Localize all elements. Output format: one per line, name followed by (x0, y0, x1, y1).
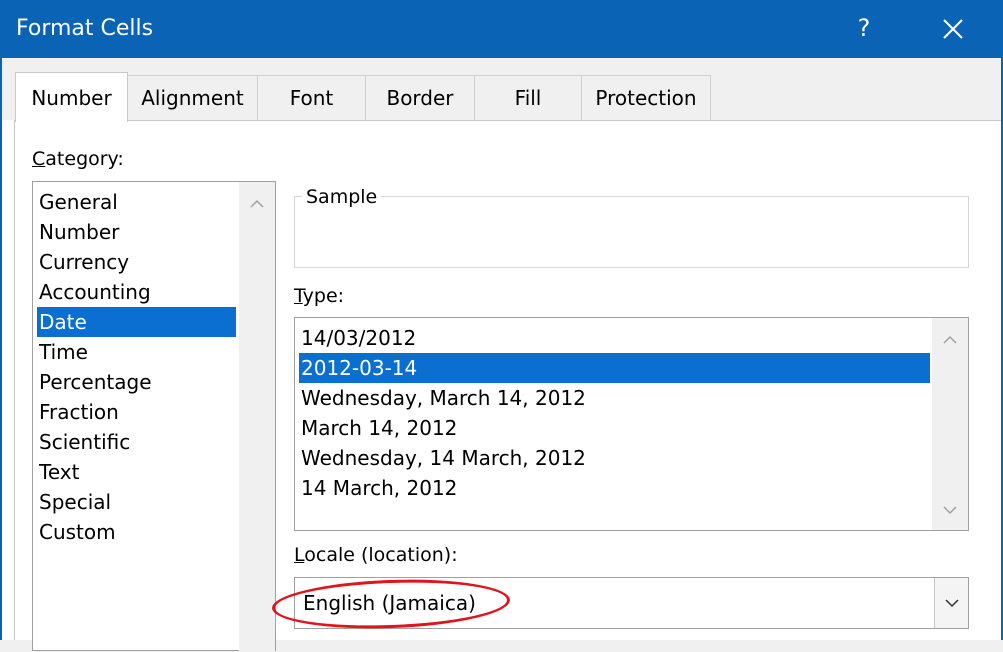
category-item-accounting[interactable]: Accounting (37, 277, 151, 307)
category-scrollbar[interactable] (239, 182, 275, 652)
category-scroll-up-button[interactable] (239, 192, 275, 216)
dialog-title: Format Cells (16, 16, 154, 41)
category-item-text[interactable]: Text (37, 457, 79, 487)
chevron-up-icon (943, 335, 957, 344)
category-item-currency[interactable]: Currency (37, 247, 129, 277)
type-scroll-up-button[interactable] (932, 328, 968, 352)
type-scroll-down-button[interactable] (932, 498, 968, 522)
chevron-down-icon (945, 599, 959, 608)
category-item-special[interactable]: Special (37, 487, 111, 517)
help-button[interactable]: ? (854, 14, 874, 42)
type-item[interactable]: March 14, 2012 (299, 413, 457, 443)
tab-fill[interactable]: Fill (474, 75, 582, 120)
category-label: Category: (32, 148, 124, 170)
category-item-custom[interactable]: Custom (37, 517, 116, 547)
category-item-scientific[interactable]: Scientific (37, 427, 130, 457)
category-item-fraction[interactable]: Fraction (37, 397, 119, 427)
locale-dropdown-button[interactable] (934, 578, 968, 628)
sample-box (294, 196, 969, 268)
type-scrollbar[interactable] (932, 318, 968, 530)
chevron-down-icon (943, 506, 957, 515)
tab-border[interactable]: Border (365, 75, 475, 120)
type-item[interactable]: Wednesday, 14 March, 2012 (299, 443, 586, 473)
tab-alignment[interactable]: Alignment (127, 75, 258, 120)
tab-number[interactable]: Number (15, 72, 128, 122)
type-item[interactable]: Wednesday, March 14, 2012 (299, 383, 586, 413)
type-item[interactable]: 14/03/2012 (299, 323, 416, 353)
type-listbox[interactable]: 14/03/2012 2012-03-14 Wednesday, March 1… (294, 317, 969, 531)
category-listbox[interactable]: General Number Currency Accounting Date … (32, 181, 276, 652)
sample-label: Sample (302, 186, 382, 208)
category-item-general[interactable]: General (37, 187, 118, 217)
type-label: Type: (294, 285, 345, 307)
tab-font[interactable]: Font (257, 75, 366, 120)
type-item-selected[interactable]: 2012-03-14 (299, 353, 930, 383)
category-item-number[interactable]: Number (37, 217, 119, 247)
close-icon (943, 19, 963, 39)
close-button[interactable] (936, 12, 970, 46)
locale-label: Locale (location): (294, 544, 458, 566)
type-item[interactable]: 14 March, 2012 (299, 473, 457, 503)
category-item-date[interactable]: Date (37, 307, 236, 337)
tab-protection[interactable]: Protection (581, 75, 711, 120)
chevron-up-icon (250, 199, 264, 208)
category-item-percentage[interactable]: Percentage (37, 367, 152, 397)
category-item-time[interactable]: Time (37, 337, 88, 367)
